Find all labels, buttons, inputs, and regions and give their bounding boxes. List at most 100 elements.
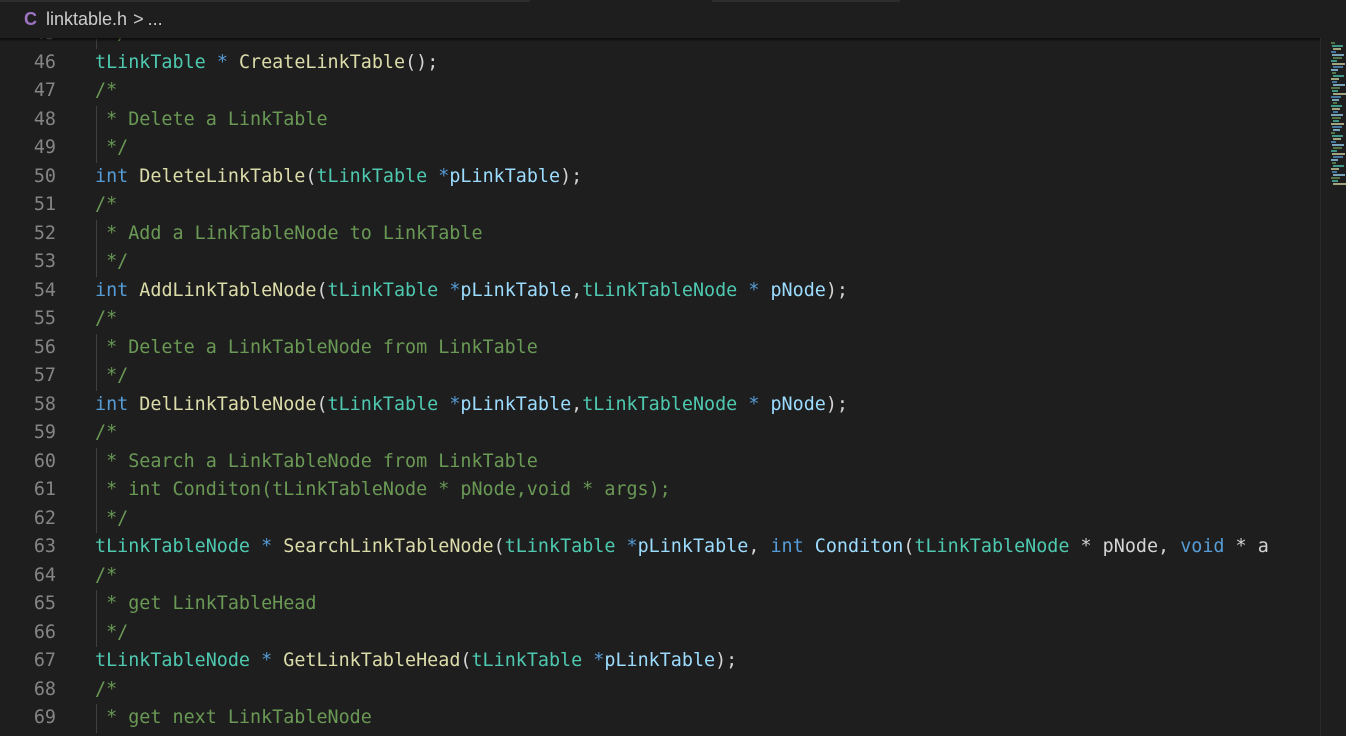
code-text: /* xyxy=(95,419,117,448)
minimap-line xyxy=(1333,66,1343,68)
code-token: * Delete a LinkTable xyxy=(95,108,328,130)
code-text: /* xyxy=(95,191,117,220)
code-token: * Delete a LinkTableNode from LinkTable xyxy=(95,336,538,358)
code-token: tLinkTable xyxy=(471,650,583,671)
code-token: , xyxy=(571,393,583,415)
code-token: ( xyxy=(316,393,328,415)
code-token: ( xyxy=(903,536,915,557)
code-token: * pNode, xyxy=(1069,536,1181,557)
minimap-line xyxy=(1331,141,1336,143)
code-text: int AddLinkTableNode(tLinkTable *pLinkTa… xyxy=(95,277,848,306)
code-text: /* xyxy=(95,77,117,106)
code-token: DeleteLinkTable xyxy=(139,165,306,187)
code-token: int xyxy=(95,279,129,301)
code-token: , xyxy=(748,536,771,557)
minimap-line xyxy=(1332,90,1338,92)
code-token: ( xyxy=(460,650,472,671)
line-number: 60 xyxy=(33,450,56,472)
code-token: /* xyxy=(95,678,118,700)
minimap-line xyxy=(1331,78,1339,80)
code-token: /* xyxy=(95,308,118,329)
line-number: 67 xyxy=(33,650,56,671)
code-text: * get next LinkTableNode xyxy=(95,704,372,733)
line-number: 63 xyxy=(33,536,56,557)
code-token: /* xyxy=(95,194,118,215)
code-token: */ xyxy=(95,365,129,386)
code-text: */ xyxy=(95,505,128,534)
code-token: int xyxy=(770,536,804,557)
minimap-line xyxy=(1332,45,1343,47)
code-token: * Add a LinkTableNode to LinkTable xyxy=(95,222,483,244)
code-token: ( xyxy=(493,536,505,557)
code-text: int DeleteLinkTable(tLinkTable *pLinkTab… xyxy=(95,163,582,192)
code-token: pLinkTable xyxy=(460,393,572,415)
code-text: * Add a LinkTableNode to LinkTable xyxy=(95,220,483,249)
code-editor[interactable]: 45 */46tLinkTable * CreateLinkTable();47… xyxy=(0,38,1320,736)
minimap-line xyxy=(1332,126,1342,128)
minimap-line xyxy=(1333,129,1340,131)
code-text: */ xyxy=(95,134,128,163)
code-token: tLinkTableNode xyxy=(582,279,738,301)
minimap-line xyxy=(1332,72,1336,74)
line-number: 66 xyxy=(33,621,56,643)
line-number: 58 xyxy=(33,393,56,415)
code-token: * xyxy=(261,536,273,557)
code-token: * get LinkTableHead xyxy=(95,593,317,614)
code-token: GetLinkTableHead xyxy=(283,650,461,671)
line-number: 52 xyxy=(33,222,56,244)
code-token: ); xyxy=(825,393,849,415)
code-token: */ xyxy=(95,507,129,529)
minimap[interactable] xyxy=(1320,38,1346,736)
minimap-line xyxy=(1333,102,1337,104)
code-token: SearchLinkTableNode xyxy=(283,536,494,557)
code-token: tLinkTableNode xyxy=(914,536,1070,557)
code-token: tLinkTableNode xyxy=(95,536,251,557)
minimap-line xyxy=(1333,111,1338,113)
code-text: /* xyxy=(95,305,117,334)
code-token: int xyxy=(95,165,129,187)
line-number: 50 xyxy=(33,165,56,187)
minimap-line xyxy=(1333,48,1341,50)
code-token: */ xyxy=(95,621,129,643)
line-number: 57 xyxy=(33,365,56,386)
line-number: 46 xyxy=(33,51,56,73)
code-token: * xyxy=(593,650,605,671)
minimap-line xyxy=(1333,138,1341,140)
minimap-line xyxy=(1333,57,1342,59)
minimap-line xyxy=(1331,60,1337,62)
line-number: 54 xyxy=(33,279,56,301)
code-text: */ xyxy=(95,362,128,391)
minimap-line xyxy=(1333,147,1342,149)
code-token: CreateLinkTable xyxy=(238,51,406,73)
code-token: * xyxy=(626,536,638,557)
code-text: * Delete a LinkTableNode from LinkTable xyxy=(95,334,538,363)
minimap-line xyxy=(1332,153,1345,155)
code-token: (); xyxy=(405,51,439,73)
line-number: 51 xyxy=(33,194,56,215)
minimap-line xyxy=(1332,99,1339,101)
code-token: ( xyxy=(316,279,328,301)
minimap-line xyxy=(1333,93,1346,95)
line-number: 55 xyxy=(33,308,56,329)
code-token: /* xyxy=(95,80,118,101)
breadcrumb-file-name[interactable]: linktable.h xyxy=(46,9,127,30)
code-token: void xyxy=(1180,536,1225,557)
line-number: 68 xyxy=(33,678,56,700)
breadcrumb-more[interactable]: ... xyxy=(148,9,163,30)
code-text: /* xyxy=(95,562,117,591)
line-number: 59 xyxy=(33,422,56,443)
line-number: 56 xyxy=(33,336,56,358)
code-token: tLinkTable xyxy=(316,165,428,187)
